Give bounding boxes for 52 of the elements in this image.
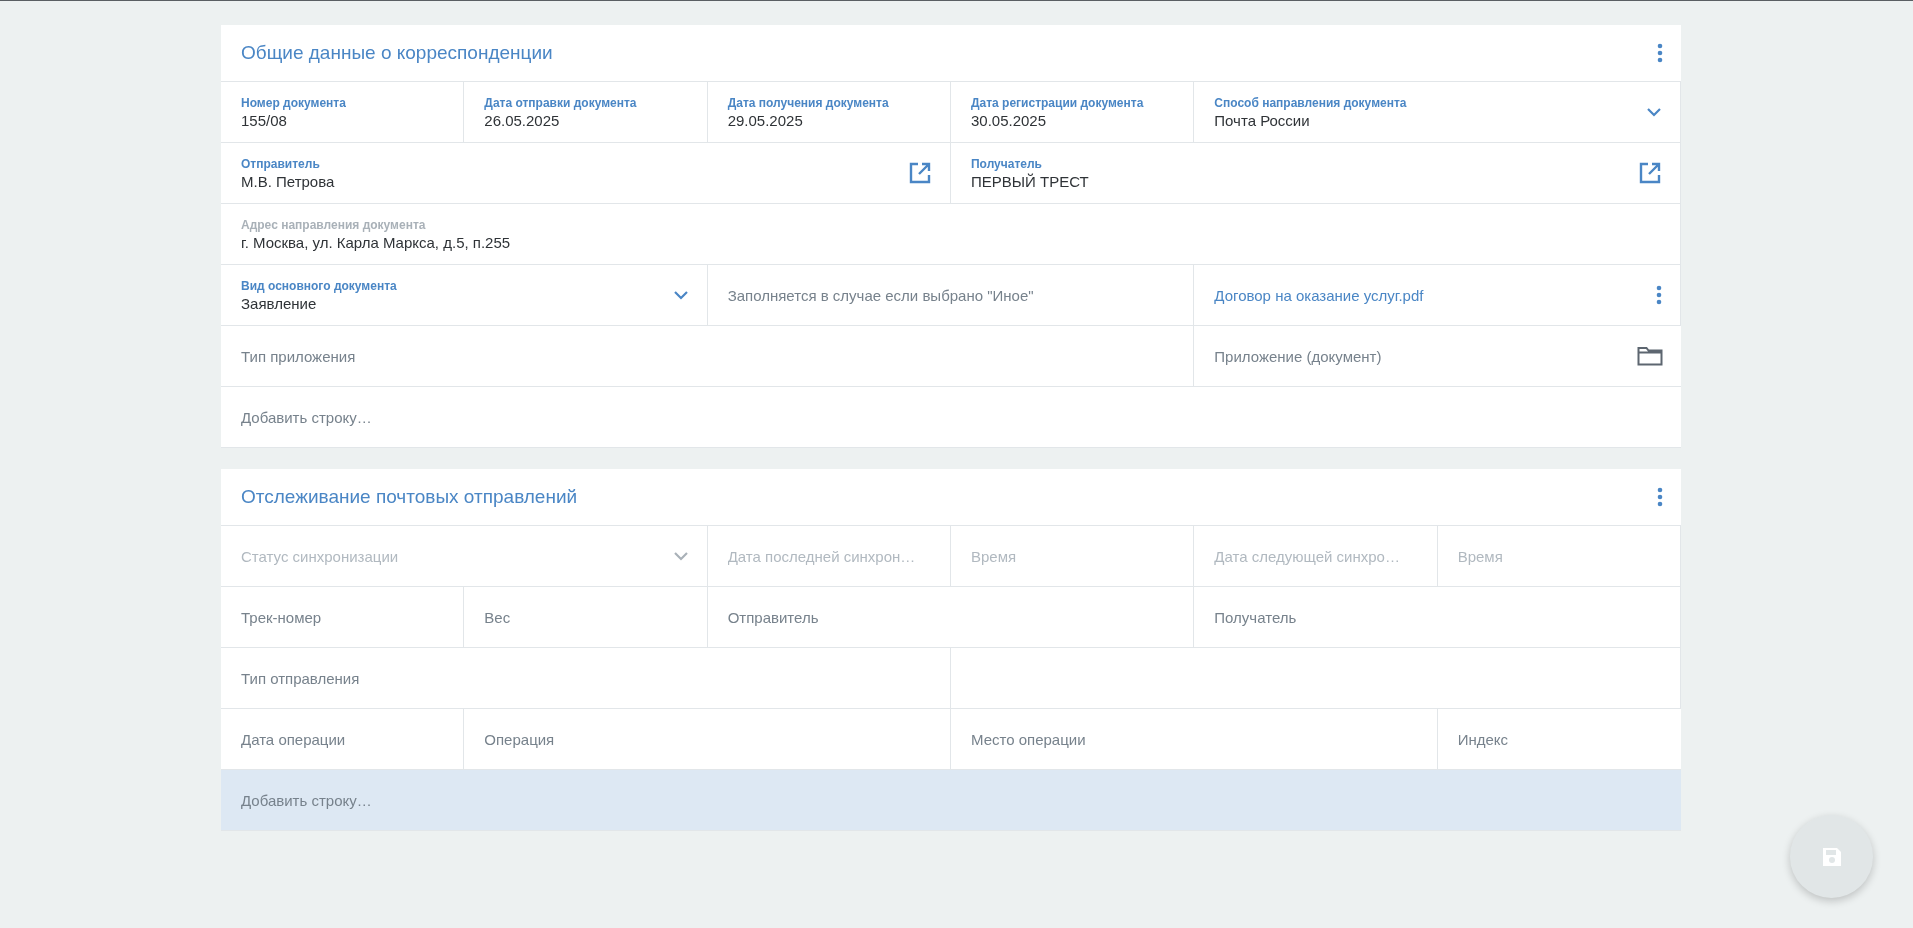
input-field[interactable]: Тип приложения	[241, 347, 1176, 365]
external-link-icon	[908, 161, 932, 185]
more-icon	[1657, 43, 1663, 63]
more-icon	[1657, 487, 1663, 507]
input-field[interactable]: Приложение (документ)	[1214, 347, 1629, 365]
field-label: Номер документа	[241, 95, 347, 110]
field-value: ПЕРВЫЙ ТРЕСТ	[971, 172, 1090, 190]
dropdown-button[interactable]	[1646, 107, 1662, 117]
input-field[interactable]: Тип отправления	[241, 669, 932, 687]
field-label: Дата отправки документа	[484, 95, 638, 110]
file-link[interactable]: Договор на оказание услуг.pdf	[1214, 286, 1648, 304]
add-row-button[interactable]: Добавить строку…	[221, 770, 1681, 831]
field-value: Заявление	[241, 294, 318, 312]
input-field[interactable]: Дата операции	[241, 730, 446, 748]
input-field[interactable]: Индекс	[1457, 730, 1663, 748]
field-value: Почта России	[1214, 111, 1311, 129]
input-field[interactable]: Заполняется в случае если выбрано "Иное"	[727, 286, 1176, 304]
field-value: 30.05.2025	[971, 111, 1048, 129]
more-button[interactable]	[1657, 43, 1663, 63]
field-label: Вид основного документа	[241, 278, 398, 293]
input-field[interactable]: Трек-номер	[241, 608, 446, 626]
chevron-down-icon	[672, 551, 689, 561]
section-title: Отслеживание почтовых отправлений	[241, 486, 578, 508]
more-button[interactable]	[1656, 285, 1662, 305]
dropdown-button[interactable]	[672, 551, 689, 561]
field-value: 155/08	[241, 111, 288, 129]
chevron-down-icon	[672, 290, 689, 300]
field-label: Способ направления документа	[1214, 95, 1408, 110]
external-link-icon	[1638, 161, 1662, 185]
open-link-button[interactable]	[908, 161, 932, 185]
input-field[interactable]: Место операции	[971, 730, 1419, 748]
section-title: Общие данные о корреспонденции	[241, 42, 553, 64]
open-link-button[interactable]	[1638, 161, 1662, 185]
field-label: Дата регистрации документа	[971, 95, 1145, 110]
more-button[interactable]	[1657, 487, 1663, 507]
field-value: М.В. Петрова	[241, 172, 336, 190]
field-value: 26.05.2025	[484, 111, 561, 129]
input-field[interactable]: Получатель	[1214, 608, 1662, 626]
input-field[interactable]: Операция	[484, 730, 932, 748]
input-field[interactable]: Отправитель	[727, 608, 1176, 626]
chevron-down-icon	[1646, 107, 1662, 117]
more-icon	[1656, 285, 1662, 305]
field-value: 29.05.2025	[727, 111, 804, 129]
dropdown-button[interactable]	[672, 290, 689, 300]
field-label: Отправитель	[241, 156, 321, 171]
field-label: Адрес направления документа	[241, 217, 427, 232]
field-label: Дата получения документа	[727, 95, 890, 110]
field-value: г. Москва, ул. Карла Маркса, д.5, п.255	[241, 233, 512, 251]
input-field[interactable]: Вес	[484, 608, 689, 626]
browse-button[interactable]	[1637, 346, 1663, 366]
field-label: Получатель	[971, 156, 1043, 171]
folder-icon	[1637, 346, 1663, 366]
